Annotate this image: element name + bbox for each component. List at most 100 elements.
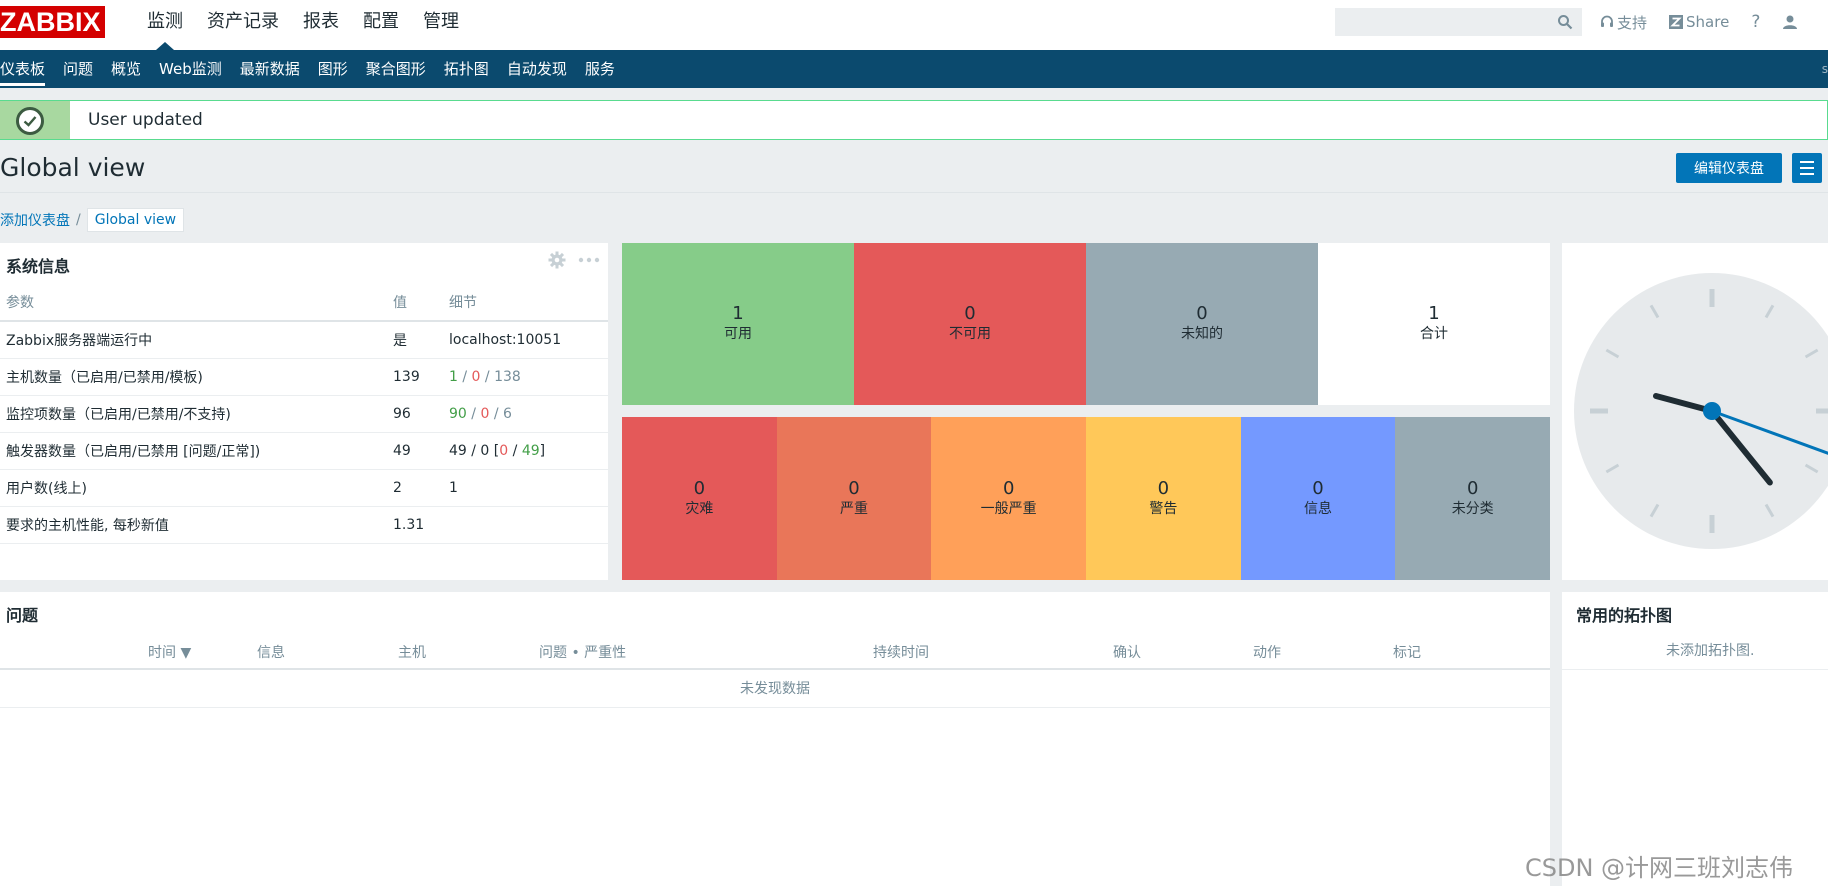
details-cell: 1	[443, 469, 608, 507]
submenu-overview[interactable]: 概览	[102, 50, 150, 88]
submenu-problems[interactable]: 问题	[54, 50, 102, 88]
top-links: 支持 Share ?	[1600, 0, 1820, 44]
host-availability-cells: 1 可用 0 不可用 0 未知的 1 合计	[622, 243, 1550, 405]
severity-label: 未分类	[1451, 500, 1494, 517]
dashboard-actions-menu-button[interactable]	[1792, 153, 1822, 183]
details-cell: 1 / 0 / 138	[443, 358, 608, 396]
column-header-tags: 标记	[1393, 645, 1421, 661]
system-information-widget: 系统信息 参数 值 细节 Zabbix服务器端运行中 是 localhost:1…	[0, 243, 608, 580]
share-z-icon	[1669, 15, 1684, 29]
column-header-ack: 确认	[1113, 645, 1141, 661]
main-menu-monitoring[interactable]: 监测	[135, 0, 195, 50]
search-icon[interactable]	[1557, 14, 1573, 30]
widget-tools	[548, 251, 600, 269]
severity-not-classified-cell[interactable]: 0 未分类	[1395, 417, 1551, 580]
value-cell: 1.31	[387, 506, 443, 544]
submenu-dashboard[interactable]: 仪表板	[0, 50, 54, 88]
value-cell: 96	[387, 395, 443, 433]
severity-high-cell[interactable]: 0 严重	[776, 417, 932, 580]
gear-icon[interactable]	[548, 251, 566, 269]
host-count: 0	[964, 303, 976, 324]
problems-by-severity-widget: 0 灾难 0 严重 0 一般严重 0 警告 0 信息 0 未分类	[622, 417, 1551, 580]
message-icon-box	[0, 101, 70, 139]
main-menu-administration[interactable]: 管理	[411, 0, 471, 50]
severity-label: 一般严重	[980, 500, 1037, 517]
table-row: 用户数(线上) 2 1	[0, 469, 608, 507]
trigger-counts: 49 / 0 [	[449, 442, 500, 459]
sub-menu-bar: 仪表板 问题 概览 Web监测 最新数据 图形 聚合图形 拓扑图 自动发现 服务…	[0, 50, 1828, 88]
value-cell: 是	[387, 321, 443, 359]
severity-count: 0	[693, 477, 706, 499]
table-row: 要求的主机性能, 每秒新值 1.31	[0, 506, 608, 544]
search-input[interactable]	[1335, 8, 1582, 36]
submenu-web[interactable]: Web监测	[150, 50, 231, 88]
details-cell: localhost:10051	[443, 321, 608, 359]
widget-title: 系统信息	[6, 257, 71, 276]
breadcrumb-parent[interactable]: 添加仪表盘	[0, 210, 70, 230]
severity-warning-cell[interactable]: 0 警告	[1086, 417, 1241, 580]
severity-count: 0	[1466, 477, 1479, 499]
help-link[interactable]: ?	[1751, 12, 1760, 32]
host-count: 1	[732, 303, 744, 324]
host-unknown-cell[interactable]: 0 未知的	[1086, 243, 1318, 405]
param-cell: 要求的主机性能, 每秒新值	[0, 506, 387, 544]
no-data-message: 未发现数据	[0, 670, 1550, 708]
separator: /	[457, 368, 472, 385]
column-header-param: 参数	[0, 283, 387, 322]
severity-label: 灾难	[685, 500, 714, 517]
submenu-screens[interactable]: 聚合图形	[357, 50, 435, 88]
severity-count: 0	[1157, 477, 1170, 499]
host-status-label: 未知的	[1181, 326, 1223, 342]
more-options-icon[interactable]	[578, 257, 600, 263]
hamburger-icon	[1800, 173, 1814, 175]
column-header-actions: 动作	[1253, 645, 1281, 661]
system-info-table: 参数 值 细节 Zabbix服务器端运行中 是 localhost:10051 …	[0, 283, 608, 544]
value-cell: 2	[387, 469, 443, 507]
main-menu-configuration[interactable]: 配置	[351, 0, 411, 50]
severity-disaster-cell[interactable]: 0 灾难	[622, 417, 777, 580]
submenu-latest-data[interactable]: 最新数据	[231, 50, 309, 88]
value-cell: 49	[387, 432, 443, 470]
zabbix-logo[interactable]: ZABBIX	[0, 6, 105, 38]
details-cell	[443, 506, 608, 544]
host-available-cell[interactable]: 1 可用	[622, 243, 854, 405]
host-unavailable-cell[interactable]: 0 不可用	[854, 243, 1086, 405]
column-header-time[interactable]: 时间 ▼	[148, 642, 191, 662]
param-cell: 用户数(线上)	[0, 469, 387, 507]
submenu-graphs[interactable]: 图形	[309, 50, 357, 88]
severity-label: 信息	[1304, 500, 1333, 517]
breadcrumb: 添加仪表盘 / Global view	[0, 207, 185, 233]
host-status-label: 不可用	[949, 326, 991, 342]
widget-title: 问题	[6, 606, 39, 625]
table-header-row: 参数 值 细节	[0, 283, 608, 322]
param-cell: 触发器数量（已启用/已禁用 [问题/正常])	[0, 432, 387, 470]
column-header-value: 值	[387, 283, 443, 322]
separator: /	[466, 405, 481, 422]
severity-label: 严重	[840, 500, 868, 517]
ok-count: 49	[521, 442, 540, 459]
widget-title: 常用的拓扑图	[1576, 606, 1673, 625]
separator: /	[508, 442, 522, 459]
page-title: Global view	[0, 153, 146, 182]
severity-average-cell[interactable]: 0 一般严重	[931, 417, 1087, 580]
table-row: Zabbix服务器端运行中 是 localhost:10051	[0, 321, 608, 359]
table-row: 主机数量（已启用/已禁用/模板) 139 1 / 0 / 138	[0, 358, 608, 396]
support-link[interactable]: 支持	[1600, 12, 1647, 33]
submenu-services[interactable]: 服务	[576, 50, 624, 88]
main-menu: 监测 资产记录 报表 配置 管理	[135, 0, 471, 50]
breadcrumb-current[interactable]: Global view	[86, 208, 185, 232]
submenu-discovery[interactable]: 自动发现	[498, 50, 576, 88]
share-link[interactable]: Share	[1669, 13, 1729, 31]
edit-dashboard-button[interactable]: 编辑仪表盘	[1676, 153, 1782, 183]
clock-widget	[1562, 243, 1828, 580]
support-label: 支持	[1617, 13, 1648, 32]
severity-information-cell[interactable]: 0 信息	[1240, 417, 1396, 580]
sub-menu: 仪表板 问题 概览 Web监测 最新数据 图形 聚合图形 拓扑图 自动发现 服务	[0, 50, 1828, 88]
user-profile-link[interactable]	[1782, 14, 1798, 30]
submenu-maps[interactable]: 拓扑图	[435, 50, 498, 88]
host-total-cell[interactable]: 1 合计	[1318, 243, 1550, 405]
main-menu-inventory[interactable]: 资产记录	[195, 0, 291, 50]
main-menu-reports[interactable]: 报表	[291, 0, 351, 50]
details-cell: 49 / 0 [0 / 49]	[443, 432, 608, 470]
host-count: 0	[1196, 303, 1208, 324]
